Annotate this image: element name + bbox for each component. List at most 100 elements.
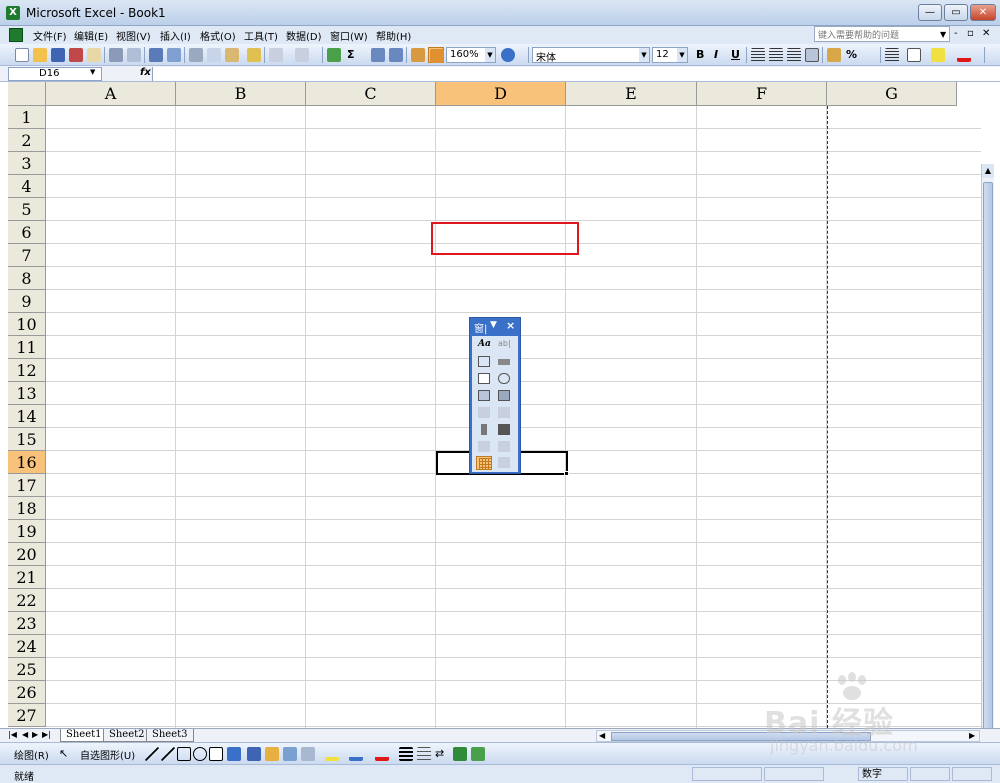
select-all-corner[interactable] bbox=[8, 82, 46, 106]
line-color-icon[interactable] bbox=[348, 746, 364, 762]
row-header-1[interactable]: 1 bbox=[8, 106, 46, 129]
label-icon[interactable]: Aa bbox=[476, 338, 492, 352]
scroll-bar-icon[interactable] bbox=[476, 423, 492, 437]
edit-box-icon[interactable]: ab| bbox=[496, 338, 512, 352]
print-icon[interactable] bbox=[108, 47, 124, 63]
open-icon[interactable] bbox=[32, 47, 48, 63]
row-header-11[interactable]: 11 bbox=[8, 336, 46, 359]
menu-edit[interactable]: 编辑(E) bbox=[74, 28, 108, 43]
run-dialog-icon[interactable] bbox=[496, 456, 512, 470]
row-header-14[interactable]: 14 bbox=[8, 405, 46, 428]
row-header-16[interactable]: 16 bbox=[8, 451, 46, 474]
minimize-button[interactable]: — bbox=[918, 4, 942, 21]
doc-close-icon[interactable]: ✕ bbox=[982, 28, 990, 39]
row-header-17[interactable]: 17 bbox=[8, 474, 46, 497]
row-header-22[interactable]: 22 bbox=[8, 589, 46, 612]
control-properties-icon[interactable] bbox=[476, 440, 492, 454]
cut-icon[interactable] bbox=[188, 47, 204, 63]
fill-color-icon[interactable] bbox=[930, 47, 946, 63]
row-header-24[interactable]: 24 bbox=[8, 635, 46, 658]
combo-list-edit-icon[interactable] bbox=[476, 406, 492, 420]
first-sheet-icon[interactable]: |◀ bbox=[8, 730, 17, 739]
vertical-scrollbar[interactable]: ▲ ▼ bbox=[981, 164, 994, 783]
zoom-select[interactable]: 160% ▼ bbox=[446, 47, 496, 63]
prev-sheet-icon[interactable]: ◀ bbox=[22, 730, 28, 739]
bold-button[interactable]: B bbox=[696, 48, 704, 61]
permission-icon[interactable] bbox=[68, 47, 84, 63]
drawing-toggle-icon[interactable] bbox=[428, 47, 444, 63]
row-header-23[interactable]: 23 bbox=[8, 612, 46, 635]
doc-minimize-icon[interactable]: - bbox=[954, 28, 958, 39]
fill-handle[interactable] bbox=[564, 471, 569, 476]
name-box-dropdown-icon[interactable]: ▼ bbox=[90, 68, 95, 76]
spinner-icon[interactable] bbox=[496, 423, 512, 437]
diagram-icon[interactable] bbox=[246, 746, 262, 762]
formula-input[interactable] bbox=[152, 67, 1000, 81]
row-header-9[interactable]: 9 bbox=[8, 290, 46, 313]
row-header-13[interactable]: 13 bbox=[8, 382, 46, 405]
row-header-20[interactable]: 20 bbox=[8, 543, 46, 566]
text-box-icon[interactable] bbox=[208, 746, 224, 762]
row-header-27[interactable]: 27 bbox=[8, 704, 46, 727]
new-icon[interactable] bbox=[14, 47, 30, 63]
row-header-15[interactable]: 15 bbox=[8, 428, 46, 451]
column-header-d[interactable]: D bbox=[436, 82, 566, 106]
workbook-icon[interactable] bbox=[9, 28, 23, 42]
row-header-8[interactable]: 8 bbox=[8, 267, 46, 290]
redo-icon[interactable] bbox=[294, 47, 310, 63]
worksheet-grid[interactable]: ABCDEFG 1 2 3 4 5 6 7 8 9 10 11 12 13 14 15 16 17 18 19 20 2… bbox=[0, 82, 1000, 783]
row-header-26[interactable]: 26 bbox=[8, 681, 46, 704]
menu-data[interactable]: 数据(D) bbox=[286, 28, 322, 43]
column-header-f[interactable]: F bbox=[697, 82, 827, 106]
row-header-4[interactable]: 4 bbox=[8, 175, 46, 198]
row-header-3[interactable]: 3 bbox=[8, 152, 46, 175]
dash-style-icon[interactable] bbox=[416, 746, 432, 762]
autosum-icon[interactable]: Σ bbox=[347, 48, 355, 61]
undo-icon[interactable] bbox=[268, 47, 284, 63]
help-icon[interactable] bbox=[500, 47, 516, 63]
sheet-tab-3[interactable]: Sheet3 bbox=[146, 729, 194, 742]
indent-icon[interactable] bbox=[884, 47, 900, 63]
maximize-button[interactable]: ▭ bbox=[944, 4, 968, 21]
menu-format[interactable]: 格式(O) bbox=[200, 28, 236, 43]
row-header-2[interactable]: 2 bbox=[8, 129, 46, 152]
spelling-icon[interactable] bbox=[148, 47, 164, 63]
sheet-tab-1[interactable]: Sheet1 bbox=[60, 729, 108, 742]
menu-view[interactable]: 视图(V) bbox=[116, 28, 151, 43]
menu-file[interactable]: 文件(F) bbox=[33, 28, 67, 43]
hyperlink-icon[interactable] bbox=[326, 47, 342, 63]
column-header-g[interactable]: G bbox=[827, 82, 957, 106]
scroll-right-icon[interactable]: ▶ bbox=[969, 731, 975, 740]
select-objects-icon[interactable]: ↖ bbox=[58, 746, 74, 762]
row-header-21[interactable]: 21 bbox=[8, 566, 46, 589]
doc-restore-icon[interactable]: ▫ bbox=[967, 28, 974, 39]
font-size-select[interactable]: 12 ▼ bbox=[652, 47, 688, 63]
rectangle-icon[interactable] bbox=[176, 746, 192, 762]
picture-icon[interactable] bbox=[282, 746, 298, 762]
menu-help[interactable]: 帮助(H) bbox=[376, 28, 411, 43]
last-sheet-icon[interactable]: ▶| bbox=[42, 730, 51, 739]
toggle-grid-icon[interactable] bbox=[476, 456, 492, 470]
checkbox-icon[interactable] bbox=[476, 372, 492, 386]
draw-menu-button[interactable]: 绘图(R) bbox=[14, 747, 49, 762]
italic-button[interactable]: I bbox=[714, 48, 718, 61]
forms-toolbar-title[interactable]: 窗| ▼ × bbox=[470, 318, 520, 335]
print-preview-icon[interactable] bbox=[126, 47, 142, 63]
chart-wizard-icon[interactable] bbox=[410, 47, 426, 63]
align-center-icon[interactable] bbox=[768, 47, 784, 63]
group-box-icon[interactable] bbox=[476, 355, 492, 369]
shadow-style-icon[interactable] bbox=[452, 746, 468, 762]
line-icon[interactable] bbox=[144, 746, 160, 762]
email-icon[interactable] bbox=[86, 47, 102, 63]
font-color-icon[interactable] bbox=[956, 47, 972, 63]
scroll-left-icon[interactable]: ◀ bbox=[599, 731, 605, 740]
oval-icon[interactable] bbox=[192, 746, 208, 762]
3d-style-icon[interactable] bbox=[470, 746, 486, 762]
comma-style-icon[interactable] bbox=[862, 47, 878, 63]
scroll-up-icon[interactable]: ▲ bbox=[982, 164, 994, 178]
help-search-input[interactable]: 键入需要帮助的问题 bbox=[814, 26, 950, 42]
research-icon[interactable] bbox=[166, 47, 182, 63]
column-header-c[interactable]: C bbox=[306, 82, 436, 106]
combo-dropdown-edit-icon[interactable] bbox=[496, 406, 512, 420]
borders-icon[interactable] bbox=[906, 47, 922, 63]
